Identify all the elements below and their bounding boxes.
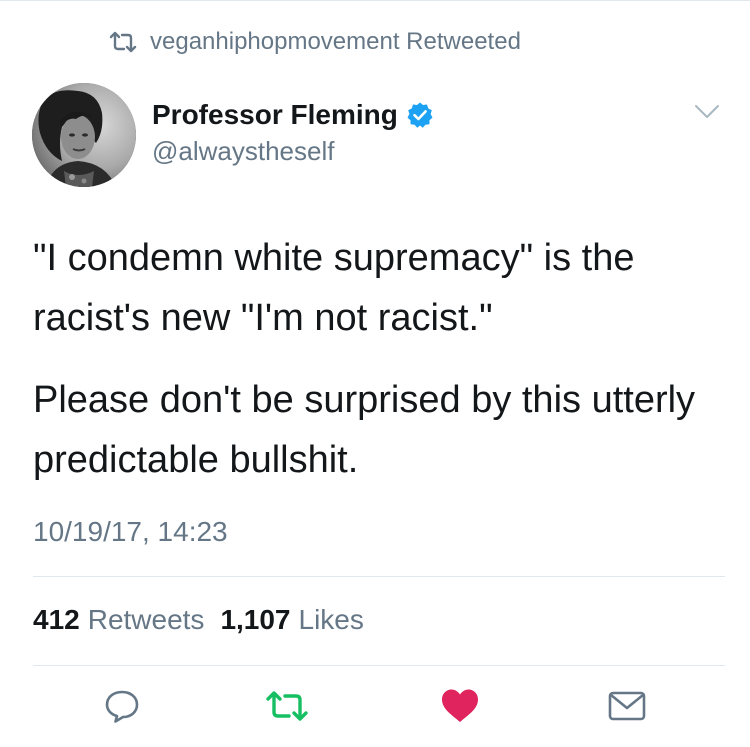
chevron-down-icon[interactable] [693,103,721,121]
heart-icon [440,688,480,729]
retweeted-by-text: veganhiphopmovement Retweeted [150,28,521,55]
retweets-count[interactable]: 412 [33,604,80,636]
like-button[interactable] [436,684,484,732]
retweet-icon [108,31,138,53]
verified-badge-icon [406,101,434,129]
author-handle[interactable]: @alwaystheself [152,136,334,167]
retweets-label[interactable]: Retweets [88,604,205,636]
divider [33,576,725,577]
tweet-text-paragraph-1: "I condemn white supremacy" is the racis… [33,237,635,339]
author-name-row[interactable]: Professor Fleming [152,98,434,132]
tweet-timestamp[interactable]: 10/19/17, 14:23 [33,516,228,548]
divider [33,665,725,666]
author-display-name[interactable]: Professor Fleming [152,99,398,131]
likes-label[interactable]: Likes [299,604,364,636]
tweet-text-paragraph-2: Please don't be surprised by this utterl… [33,379,696,481]
retweet-icon [265,689,309,728]
reply-icon [102,686,142,731]
tweet-stats: 412 Retweets 1,107 Likes [33,604,380,636]
retweeted-banner[interactable]: veganhiphopmovement Retweeted [108,27,521,57]
avatar[interactable] [32,83,136,187]
direct-message-button[interactable] [603,684,651,732]
top-divider [0,0,750,1]
mail-icon [607,690,647,727]
likes-count[interactable]: 1,107 [220,604,290,636]
retweet-button[interactable] [263,684,311,732]
reply-button[interactable] [98,684,146,732]
